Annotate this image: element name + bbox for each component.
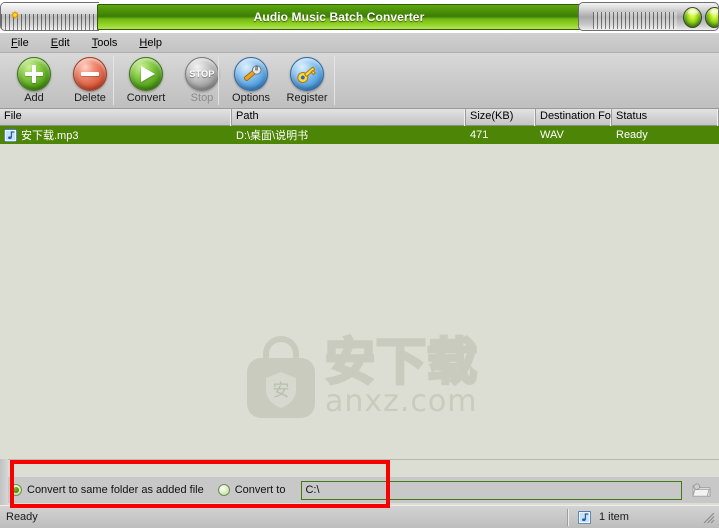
wrench-circle-icon [234, 57, 268, 91]
destination-panel: Convert to same folder as added file Con… [0, 459, 719, 505]
status-item-count-group: 1 item [568, 510, 700, 524]
watermark-chinese: 安下载 [324, 333, 479, 391]
grip-ribs [593, 12, 677, 29]
column-header-path[interactable]: Path [232, 109, 466, 126]
cell-file-text: 安下载.mp3 [21, 130, 79, 142]
minimize-button[interactable] [683, 7, 702, 28]
toolbar-group-file: Add Delete [6, 53, 118, 108]
menu-rest-file: ile [17, 36, 29, 49]
cell-size: 471 [470, 129, 489, 141]
column-header-status[interactable]: Status [612, 109, 719, 126]
music-note-icon [578, 510, 591, 524]
toolbar-separator-3 [334, 56, 335, 105]
stop-glyph: STOP [189, 69, 215, 79]
watermark-text: 安下载 anxz.com [324, 333, 479, 419]
toolbar-group-tools: Options Register [223, 53, 335, 108]
key-circle-icon [290, 57, 324, 91]
plus-circle-icon [17, 57, 51, 91]
table-row[interactable]: 安下载.mp3 D:\桌面\说明书 471 WAV Ready [0, 126, 719, 144]
minus-circle-icon [73, 57, 107, 91]
menu-item-tools[interactable]: Tools [90, 35, 128, 51]
toolbar-separator-2 [218, 56, 219, 105]
application-window: Audio Music Batch Converter File Edit To… [0, 0, 719, 528]
radio-same-folder-label[interactable]: Convert to same folder as added file [27, 484, 204, 496]
menu-item-edit[interactable]: Edit [49, 35, 80, 51]
window-controls [683, 7, 718, 28]
window-title: Audio Music Batch Converter [253, 10, 425, 24]
status-bar: Ready 1 item [0, 505, 719, 528]
add-button[interactable]: Add [6, 53, 62, 107]
file-list-body[interactable]: 安下载.mp3 D:\桌面\说明书 471 WAV Ready 安 安下载 an… [0, 126, 719, 459]
destination-row: Convert to same folder as added file Con… [0, 477, 719, 503]
radio-convert-to-label[interactable]: Convert to [235, 484, 286, 496]
cell-file: 安下载.mp3 [0, 126, 232, 144]
toolbar-group-convert: Convert STOP Stop [118, 53, 230, 108]
menu-accel-edit: E [50, 36, 59, 49]
bag-shield-icon: 安 [247, 336, 315, 418]
menu-bar: File Edit Tools Help [0, 33, 719, 53]
radio-convert-to[interactable] [217, 484, 230, 496]
music-note-icon [4, 128, 17, 142]
menu-item-file[interactable]: File [9, 35, 39, 51]
toolbar: Add Delete Convert STOP Stop Options Reg… [0, 53, 719, 109]
toolbar-separator-1 [113, 56, 114, 105]
stop-button-label: Stop [190, 92, 214, 104]
status-message: Ready [6, 511, 38, 523]
menu-rest-edit: dit [58, 36, 70, 49]
register-button-label: Register [286, 92, 328, 104]
panel-left-edge [0, 459, 8, 505]
menu-item-help[interactable]: Help [137, 35, 172, 51]
delete-button[interactable]: Delete [62, 53, 118, 107]
watermark-url: anxz.com [325, 384, 478, 419]
cell-status: Ready [616, 129, 648, 141]
options-button[interactable]: Options [223, 53, 279, 107]
file-list-header: File Path Size(KB) Destination Format St… [0, 109, 719, 126]
stop-circle-icon: STOP [185, 57, 219, 91]
options-button-label: Options [232, 92, 270, 104]
cell-destination: WAV [540, 129, 564, 141]
column-header-file[interactable]: File [0, 109, 232, 126]
menu-rest-tools: ools [97, 36, 118, 49]
column-header-size[interactable]: Size(KB) [466, 109, 536, 126]
title-bar-left-grip [0, 2, 99, 31]
stop-button[interactable]: STOP Stop [174, 53, 230, 107]
title-bar-caption: Audio Music Batch Converter [97, 4, 581, 30]
status-item-count: 1 item [599, 511, 629, 523]
title-bar-right-grip [578, 2, 719, 31]
column-header-destination[interactable]: Destination Format [536, 109, 612, 126]
register-button[interactable]: Register [279, 53, 335, 107]
folder-browse-icon [692, 483, 711, 497]
sun-icon [10, 10, 20, 20]
title-bar: Audio Music Batch Converter [0, 0, 719, 33]
convert-button[interactable]: Convert [118, 53, 174, 107]
menu-accel-file: F [11, 36, 18, 49]
add-button-label: Add [24, 92, 44, 104]
resize-grip-icon[interactable] [700, 509, 716, 525]
watermark-logo: 安 安下载 anxz.com [243, 318, 479, 436]
destination-path-input[interactable] [301, 480, 683, 500]
delete-button-label: Delete [74, 92, 106, 104]
browse-folder-button[interactable] [690, 480, 712, 500]
shield-glyph: 安 [273, 381, 290, 401]
convert-button-label: Convert [126, 92, 166, 104]
radio-same-folder[interactable] [10, 484, 22, 496]
cell-path: D:\桌面\说明书 [236, 130, 309, 142]
maximize-button[interactable] [705, 7, 718, 28]
menu-rest-help: elp [147, 36, 163, 49]
play-circle-icon [129, 57, 163, 91]
